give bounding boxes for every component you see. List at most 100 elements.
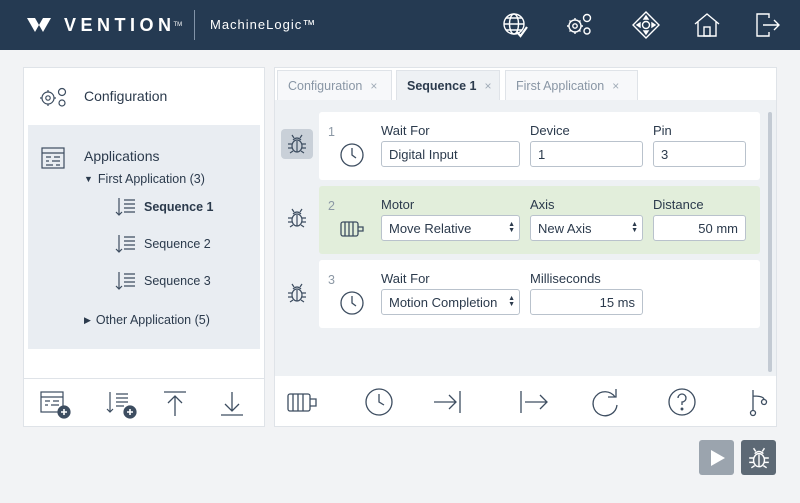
- bug-icon: [288, 283, 306, 303]
- project-toolbar: [24, 378, 264, 426]
- tree-item-sequence-2[interactable]: Sequence 2: [114, 232, 211, 256]
- vention-logo: VENTION TM: [26, 13, 182, 37]
- tree-item-sequence-1[interactable]: Sequence 1: [114, 195, 213, 219]
- sequence-editor: Configuration × Sequence 1 × First Appli…: [274, 67, 777, 427]
- wait-clock-icon: [340, 143, 364, 167]
- bug-icon: [288, 208, 306, 228]
- run-button[interactable]: [699, 440, 734, 475]
- network-check-icon: [503, 13, 528, 38]
- field-label: Device: [530, 123, 570, 138]
- field-label: Wait For: [381, 123, 430, 138]
- step-card-1[interactable]: 1 Wait For Digital Input Device 1 Pin 3: [319, 112, 760, 180]
- home-button[interactable]: [691, 9, 723, 41]
- add-sequence-button[interactable]: [104, 388, 138, 420]
- add-motor-step-button[interactable]: [285, 386, 319, 418]
- pin-input[interactable]: 3: [653, 141, 746, 167]
- applications-icon: [41, 147, 65, 169]
- motor-action-select[interactable]: Move Relative ▲ ▼: [381, 215, 520, 241]
- milliseconds-input[interactable]: 15 ms: [530, 289, 643, 315]
- jog-control-icon: [632, 11, 660, 39]
- download-icon: [221, 392, 243, 416]
- wait-clock-icon: [340, 291, 364, 315]
- step-list: 1 Wait For Digital Input Device 1 Pin 3 …: [275, 100, 776, 376]
- tab-configuration[interactable]: Configuration ×: [277, 70, 392, 100]
- step-card-3[interactable]: 3 Wait For Motion Completion ▲ ▼ Millisec…: [319, 260, 760, 328]
- next-icon: [520, 391, 548, 413]
- play-icon: [710, 449, 725, 466]
- vention-logo-mark-icon: [27, 18, 51, 32]
- tab-label: First Application: [516, 78, 605, 93]
- add-end-step-button[interactable]: [431, 386, 465, 418]
- add-application-button[interactable]: [38, 388, 72, 420]
- axis-select[interactable]: New Axis ▲ ▼: [530, 215, 643, 241]
- scrollbar[interactable]: [768, 112, 772, 372]
- breakpoint-toggle-step-3[interactable]: [281, 278, 313, 308]
- wait-for-select[interactable]: Motion Completion ▲ ▼: [381, 289, 520, 315]
- close-tab-icon[interactable]: ×: [370, 79, 377, 93]
- gears-icon: [567, 13, 592, 35]
- sequence-label: Sequence 3: [144, 274, 211, 288]
- field-label: Distance: [653, 197, 704, 212]
- tab-sequence-1[interactable]: Sequence 1 ×: [396, 70, 500, 100]
- tree-item-label: First Application (3): [97, 172, 205, 186]
- home-icon: [694, 13, 720, 37]
- project-panel: Configuration Applications ▼ First Appli…: [23, 67, 265, 427]
- applications-section: Applications ▼ First Application (3) Seq…: [28, 125, 260, 349]
- tree-item-sequence-3[interactable]: Sequence 3: [114, 269, 211, 293]
- breakpoint-toggle-step-2[interactable]: [281, 203, 313, 233]
- app-name: MachineLogic™: [210, 17, 317, 32]
- add-branch-step-button[interactable]: [742, 386, 776, 418]
- collapsed-arrow-icon: ▶: [84, 314, 91, 325]
- sequence-label: Sequence 2: [144, 237, 211, 251]
- debug-button[interactable]: [741, 440, 776, 475]
- gears-icon: [40, 87, 67, 107]
- bug-icon: [748, 447, 769, 468]
- device-input[interactable]: 1: [530, 141, 643, 167]
- motor-icon: [287, 393, 317, 412]
- distance-input[interactable]: 50 mm: [653, 215, 746, 241]
- sequence-icon: [115, 198, 135, 216]
- field-label: Axis: [530, 197, 555, 212]
- jog-control-button[interactable]: [630, 9, 662, 41]
- wait-icon: [365, 388, 393, 416]
- select-caret-icon: ▲ ▼: [631, 221, 638, 234]
- tab-first-application[interactable]: First Application ×: [505, 70, 638, 100]
- add-wait-step-button[interactable]: [362, 386, 396, 418]
- tab-bar: Configuration × Sequence 1 × First Appli…: [275, 68, 776, 100]
- step-toolbar: [275, 376, 776, 426]
- add-application-icon: [40, 391, 71, 419]
- tab-label: Configuration: [288, 78, 363, 93]
- applications-label: Applications: [84, 148, 160, 164]
- wait-for-input[interactable]: Digital Input: [381, 141, 520, 167]
- add-loop-step-button[interactable]: [588, 386, 622, 418]
- help-icon: [668, 388, 696, 416]
- network-check-button[interactable]: [499, 9, 531, 41]
- configuration-item[interactable]: Configuration: [24, 68, 264, 124]
- select-caret-icon: ▲ ▼: [508, 221, 515, 234]
- tree-item-first-application[interactable]: ▼ First Application (3): [84, 172, 205, 186]
- add-next-step-button[interactable]: [516, 386, 550, 418]
- close-tab-icon[interactable]: ×: [484, 79, 491, 93]
- field-label: Milliseconds: [530, 271, 601, 286]
- motor-icon: [340, 221, 364, 237]
- logout-button[interactable]: [751, 9, 783, 41]
- download-button[interactable]: [215, 388, 249, 420]
- help-button[interactable]: [665, 386, 699, 418]
- field-label: Motor: [381, 197, 415, 212]
- select-caret-icon: ▲ ▼: [508, 295, 515, 308]
- configuration-header-button[interactable]: [563, 9, 595, 41]
- brand-name: VENTION: [64, 14, 176, 35]
- tree-item-other-application[interactable]: ▶ Other Application (5): [84, 313, 210, 327]
- close-tab-icon[interactable]: ×: [612, 79, 619, 93]
- logout-icon: [756, 13, 780, 37]
- step-number: 2: [328, 199, 335, 213]
- field-label: Wait For: [381, 271, 430, 286]
- sequence-icon: [115, 272, 135, 290]
- expanded-arrow-icon: ▼: [84, 174, 93, 184]
- step-card-2[interactable]: 2 Motor Move Relative ▲ ▼ Axis New Axis ▲…: [319, 186, 760, 254]
- end-icon: [434, 391, 461, 413]
- upload-button[interactable]: [158, 388, 192, 420]
- upload-icon: [164, 391, 186, 416]
- breakpoint-toggle-step-1[interactable]: [281, 129, 313, 159]
- configuration-label: Configuration: [84, 88, 168, 104]
